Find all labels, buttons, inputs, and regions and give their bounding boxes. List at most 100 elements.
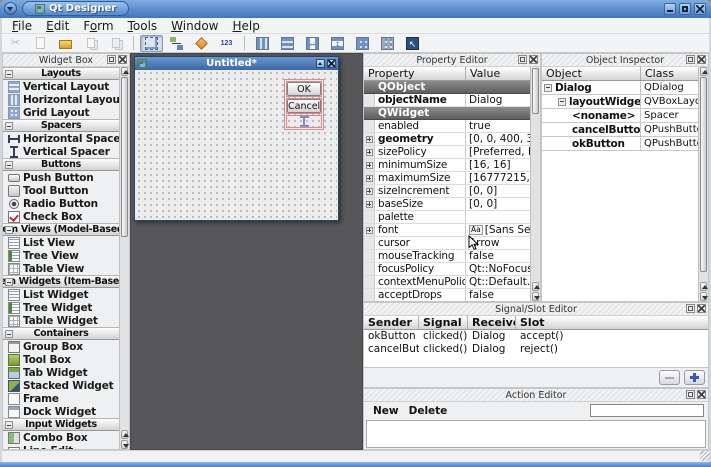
column-sender[interactable]: Sender (364, 316, 419, 329)
vertical-spacer-cell[interactable] (286, 115, 322, 128)
collapse-icon[interactable] (5, 161, 13, 169)
column-property[interactable]: Property (364, 67, 466, 80)
collapse-icon[interactable] (5, 226, 13, 234)
maximize-icon[interactable] (679, 3, 691, 15)
scrollbar-thumb[interactable] (121, 77, 128, 237)
widget-category-spacers[interactable]: Spacers (3, 119, 119, 132)
collapse-icon[interactable] (5, 122, 13, 130)
property-value[interactable]: [0, 0] (466, 198, 531, 210)
window-menu-button[interactable] (4, 2, 17, 15)
property-row-palette[interactable]: palette (364, 211, 531, 224)
property-value[interactable]: [0, 0] (466, 185, 531, 197)
column-class[interactable]: Class (641, 67, 699, 80)
document-button[interactable] (29, 35, 52, 52)
layout-horizontal-button[interactable] (251, 35, 274, 52)
edit-widgets-button[interactable] (140, 35, 163, 52)
object-inspector-scrollbar[interactable] (698, 67, 708, 301)
widget-item-horizontal-spacer[interactable]: Horizontal Spacer (3, 132, 119, 145)
add-connection-icon[interactable] (684, 370, 705, 385)
property-value[interactable]: [16, 16] (466, 159, 531, 171)
widget-item-tree-widget[interactable]: Tree Widget (3, 301, 119, 314)
widget-item-tool-button[interactable]: Tool Button (3, 184, 119, 197)
delete-action-button[interactable]: Delete (409, 405, 448, 417)
folder-open-button[interactable] (54, 35, 77, 52)
form-window[interactable]: Untitled* OK Cancel (134, 56, 339, 221)
property-value[interactable]: false (466, 250, 531, 262)
close-icon[interactable] (697, 304, 706, 313)
expand-icon[interactable] (366, 136, 373, 143)
expand-icon[interactable] (366, 201, 373, 208)
remove-connection-icon[interactable] (659, 370, 680, 385)
widget-box-header[interactable]: Widget Box (3, 54, 129, 67)
object-row-dialog[interactable]: DialogQDialog (542, 81, 699, 95)
menu-file[interactable]: File (5, 19, 39, 33)
menu-window[interactable]: Window (164, 19, 225, 33)
edit-tab-order-button[interactable]: 123 (215, 35, 238, 52)
property-value[interactable]: [0, 0, 400, 3... (466, 133, 531, 145)
widget-item-line-edit[interactable]: Line Edit (3, 444, 119, 449)
paste-button[interactable] (104, 35, 127, 52)
object-row-cancelbutton[interactable]: cancelButtonQPushButton (542, 123, 699, 137)
collapse-icon[interactable] (5, 70, 13, 78)
collapse-icon[interactable] (544, 84, 552, 92)
expand-icon[interactable] (366, 175, 373, 182)
widget-category-buttons[interactable]: Buttons (3, 158, 119, 171)
property-value[interactable]: Arrow (466, 237, 531, 249)
scroll-down-icon[interactable] (121, 440, 128, 449)
property-value[interactable]: Dialog (466, 94, 531, 106)
property-value[interactable]: [16777215,... (466, 172, 531, 184)
menu-edit[interactable]: Edit (39, 19, 76, 33)
column-receiver[interactable]: Receiver (468, 316, 516, 329)
minimize-icon[interactable] (664, 3, 676, 15)
property-row-focuspolicy[interactable]: focusPolicyQt::NoFocus (364, 263, 531, 276)
widget-item-frame[interactable]: Frame (3, 392, 119, 405)
property-row-mousetracking[interactable]: mouseTrackingfalse (364, 250, 531, 263)
property-value[interactable]: false (466, 289, 531, 301)
close-icon[interactable] (327, 59, 336, 68)
menu-tools[interactable]: Tools (121, 19, 165, 33)
property-row-geometry[interactable]: geometry[0, 0, 400, 3... (364, 133, 531, 146)
collapse-icon[interactable] (5, 421, 13, 429)
collapse-icon[interactable] (5, 278, 13, 286)
property-row-objectname[interactable]: objectNameDialog (364, 94, 531, 107)
scroll-up-icon[interactable] (700, 67, 707, 76)
form-canvas[interactable]: OK Cancel (136, 70, 337, 219)
property-row-basesize[interactable]: baseSize[0, 0] (364, 198, 531, 211)
object-row-okbutton[interactable]: okButtonQPushButton (542, 137, 699, 151)
close-icon[interactable] (529, 55, 538, 64)
widget-item-list-view[interactable]: List View (3, 236, 119, 249)
edit-buddies-button[interactable] (190, 35, 213, 52)
widget-item-radio-button[interactable]: Radio Button (3, 197, 119, 210)
float-icon[interactable] (107, 55, 116, 64)
widget-item-tab-widget[interactable]: Tab Widget (3, 366, 119, 379)
expand-icon[interactable] (366, 188, 373, 195)
scroll-up-icon[interactable] (121, 67, 128, 76)
property-row-acceptdrops[interactable]: acceptDropsfalse (364, 289, 531, 301)
float-icon[interactable] (686, 390, 695, 399)
property-editor-header[interactable]: Property Editor (364, 54, 540, 67)
action-editor-header[interactable]: Action Editor (364, 389, 708, 402)
layout-grid-button[interactable] (351, 35, 374, 52)
widget-item-check-box[interactable]: Check Box (3, 210, 119, 223)
object-inspector-header[interactable]: Object Inspector (542, 54, 708, 67)
widget-item-table-view[interactable]: Table View (3, 262, 119, 275)
widget-item-push-button[interactable]: Push Button (3, 171, 119, 184)
expand-icon[interactable] (366, 149, 373, 156)
window-titlebar[interactable]: Qt Designer (0, 0, 711, 18)
expand-icon[interactable] (366, 162, 373, 169)
widget-category-input-widgets[interactable]: Input Widgets (3, 418, 119, 431)
property-value[interactable] (466, 211, 531, 223)
object-row-noname[interactable]: <noname>Spacer (542, 109, 699, 123)
cancel-button[interactable]: Cancel (287, 99, 321, 113)
property-row-sizepolicy[interactable]: sizePolicy[Preferred, P... (364, 146, 531, 159)
action-list[interactable] (366, 420, 706, 448)
property-row-font[interactable]: fontAa[Sans Se... (364, 224, 531, 237)
column-slot[interactable]: Slot (516, 316, 708, 329)
close-icon[interactable] (118, 55, 127, 64)
ok-button[interactable]: OK (287, 82, 321, 96)
scroll-up-icon[interactable] (700, 282, 707, 291)
widget-item-grid-layout[interactable]: Grid Layout (3, 106, 119, 119)
menu-help[interactable]: Help (226, 19, 267, 33)
expand-icon[interactable] (366, 227, 373, 234)
widget-category-containers[interactable]: Containers (3, 327, 119, 340)
